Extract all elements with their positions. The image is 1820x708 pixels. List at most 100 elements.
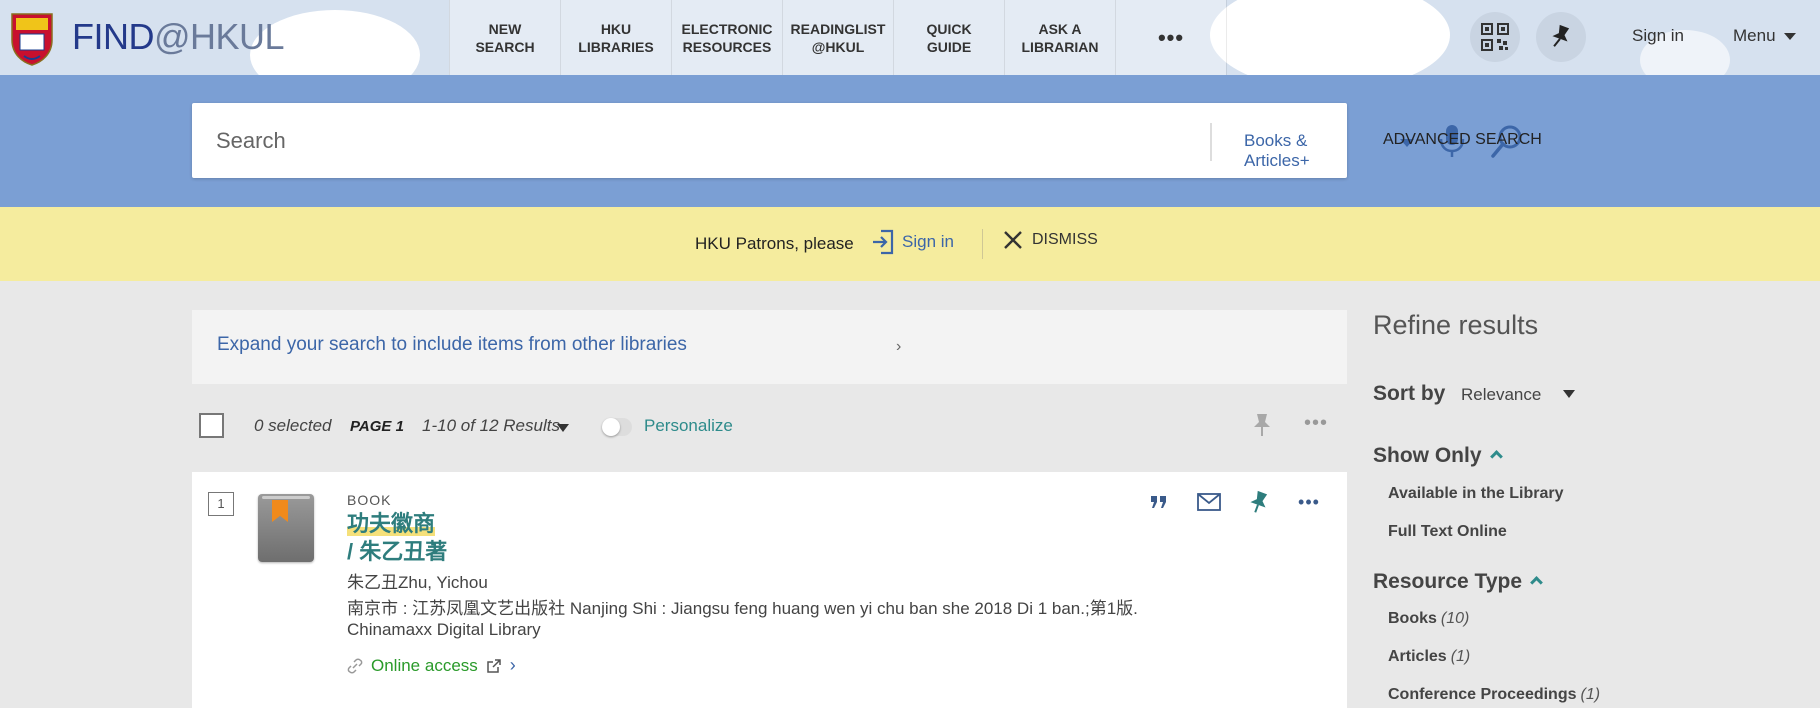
sort-by-label: Sort by bbox=[1373, 382, 1446, 405]
facet-count: (10) bbox=[1440, 610, 1470, 627]
nav-label-line2: LIBRARIES bbox=[578, 38, 654, 55]
scope-divider bbox=[1210, 123, 1212, 161]
nav-label-line1: QUICK bbox=[926, 20, 972, 37]
facet-articles[interactable]: Articles (1) bbox=[1388, 648, 1470, 666]
selected-count: 0 selected bbox=[254, 416, 332, 435]
pin-icon bbox=[1250, 490, 1268, 513]
facet-available-in-library[interactable]: Available in the Library bbox=[1388, 485, 1563, 503]
top-header: FIND@HKUL NEW SEARCH HKU LIBRARIES ELECTRO… bbox=[0, 0, 1820, 75]
dismiss-button[interactable]: DISMISS bbox=[1002, 229, 1098, 251]
results-count-dropdown[interactable]: 1-10 of 12 Results bbox=[422, 416, 560, 436]
citation-button[interactable] bbox=[1147, 490, 1171, 514]
resource-type-facet-header[interactable]: Resource Type bbox=[1373, 570, 1543, 594]
menu-button[interactable]: Menu bbox=[1733, 26, 1796, 46]
result-type: BOOK bbox=[347, 492, 392, 508]
sign-in-notice-bar: HKU Patrons, please Sign in DISMISS bbox=[0, 207, 1820, 281]
caret-down-icon bbox=[1783, 33, 1796, 41]
sort-by-dropdown[interactable]: Relevance bbox=[1461, 385, 1541, 405]
show-only-facet-header[interactable]: Show Only bbox=[1373, 444, 1503, 468]
nav-label-line1: HKU bbox=[600, 20, 632, 37]
result-actions: ••• bbox=[1147, 490, 1321, 514]
facet-label: Conference Proceedings bbox=[1388, 686, 1577, 703]
qr-code-button[interactable] bbox=[1470, 12, 1520, 62]
pinned-items-button[interactable] bbox=[1536, 12, 1586, 62]
notice-sign-in-button[interactable]: Sign in bbox=[872, 229, 954, 255]
external-link-icon bbox=[487, 658, 501, 673]
advanced-search-link[interactable]: ADVANCED SEARCH bbox=[1383, 131, 1542, 149]
email-button[interactable] bbox=[1197, 490, 1221, 514]
chevron-up-icon bbox=[1489, 450, 1503, 463]
nav-label-line2: RESOURCES bbox=[682, 38, 772, 55]
facet-count: (1) bbox=[1450, 648, 1471, 665]
nav-ask-a-librarian[interactable]: ASK A LIBRARIAN bbox=[1004, 0, 1115, 75]
nav-electronic-resources[interactable]: ELECTRONIC RESOURCES bbox=[671, 0, 782, 75]
caret-down-icon[interactable] bbox=[1563, 390, 1575, 398]
online-access-label: Online access bbox=[371, 655, 478, 675]
result-author: 朱乙丑Zhu, Yichou bbox=[347, 573, 488, 592]
sign-in-icon bbox=[873, 229, 894, 255]
quote-icon bbox=[1151, 496, 1166, 508]
pin-result-button[interactable] bbox=[1247, 490, 1271, 514]
facet-full-text-online[interactable]: Full Text Online bbox=[1388, 523, 1507, 541]
nav-label-line1: READINGLIST bbox=[790, 20, 886, 37]
page-indicator: PAGE 1 bbox=[350, 418, 404, 435]
email-icon bbox=[1197, 493, 1221, 511]
chevron-right-icon: › bbox=[509, 655, 516, 675]
result-number-checkbox[interactable]: 1 bbox=[208, 492, 234, 516]
chevron-up-icon bbox=[1530, 576, 1543, 589]
nav-more-button[interactable]: ••• bbox=[1115, 0, 1226, 75]
online-access-link[interactable]: Online access › bbox=[347, 655, 516, 676]
nav-label-line1: NEW bbox=[488, 20, 522, 37]
search-scope-dropdown[interactable]: Books & Articles+ bbox=[1244, 131, 1347, 171]
refine-results-sidebar: Refine results Sort by Relevance Show On… bbox=[1373, 310, 1793, 708]
header-sign-in-link[interactable]: Sign in bbox=[1632, 26, 1684, 46]
chevron-right-icon[interactable]: › bbox=[896, 338, 901, 356]
link-icon bbox=[347, 658, 363, 673]
nav-hku-libraries[interactable]: HKU LIBRARIES bbox=[560, 0, 671, 75]
result-collection: Chinamaxx Digital Library bbox=[347, 620, 541, 639]
nav-label-line1: ASK A bbox=[1038, 20, 1082, 37]
nav-quick-guide[interactable]: QUICK GUIDE bbox=[893, 0, 1004, 75]
result-publication: 南京市 : 江苏凤凰文艺出版社 Nanjing Shi : Jiangsu fe… bbox=[347, 599, 1138, 618]
facet-label: Articles bbox=[1388, 648, 1447, 665]
more-options-icon[interactable]: ••• bbox=[1304, 412, 1328, 435]
facet-conference-proceedings[interactable]: Conference Proceedings (1) bbox=[1388, 686, 1600, 704]
search-input[interactable] bbox=[216, 125, 996, 157]
menu-label: Menu bbox=[1733, 26, 1776, 45]
personalize-toggle[interactable] bbox=[602, 418, 632, 436]
select-all-checkbox[interactable] bbox=[199, 413, 224, 438]
show-only-title: Show Only bbox=[1373, 444, 1482, 467]
result-title-text: 功夫徽商 bbox=[347, 511, 436, 536]
result-title[interactable]: 功夫徽商 bbox=[347, 510, 436, 538]
personalize-label[interactable]: Personalize bbox=[644, 416, 733, 436]
notice-text: HKU Patrons, please bbox=[695, 234, 854, 253]
find-hkul-logo[interactable]: FIND@HKUL bbox=[72, 16, 285, 58]
expand-search-link[interactable]: Expand your search to include items from… bbox=[217, 334, 687, 356]
book-thumbnail[interactable] bbox=[258, 494, 314, 562]
results-toolbar: 0 selected PAGE 1 1-10 of 12 Results Per… bbox=[192, 384, 1347, 472]
refine-results-title: Refine results bbox=[1373, 310, 1539, 340]
result-subtitle[interactable]: / 朱乙丑著 bbox=[347, 538, 447, 566]
facet-label: Books bbox=[1388, 610, 1437, 627]
expand-search-panel: Expand your search to include items from… bbox=[192, 310, 1347, 384]
pin-icon[interactable] bbox=[1252, 412, 1272, 438]
notice-sign-in-label: Sign in bbox=[902, 232, 954, 251]
nav-label-line2: SEARCH bbox=[475, 38, 535, 55]
hku-crest-logo[interactable] bbox=[10, 12, 54, 66]
close-icon bbox=[1004, 231, 1022, 249]
dismiss-label: DISMISS bbox=[1032, 231, 1098, 248]
result-item[interactable]: 1 BOOK 功夫徽商 / 朱乙丑著 朱乙丑Zhu, Yichou 南京市 : … bbox=[192, 472, 1347, 708]
caret-down-icon[interactable] bbox=[557, 424, 569, 432]
logo-suffix-text: @HKUL bbox=[154, 16, 285, 57]
nav-label-line1: ELECTRONIC bbox=[681, 20, 773, 37]
nav-readinglist[interactable]: READINGLIST @HKUL bbox=[782, 0, 893, 75]
nav-divider bbox=[1226, 0, 1227, 75]
facet-count: (1) bbox=[1580, 686, 1601, 703]
thumbnail-page-edge bbox=[262, 496, 310, 499]
resource-type-title: Resource Type bbox=[1373, 570, 1522, 593]
nav-new-search[interactable]: NEW SEARCH bbox=[449, 0, 560, 75]
more-options-icon[interactable]: ••• bbox=[1297, 490, 1321, 514]
pin-icon bbox=[1552, 24, 1570, 47]
main-navigation: NEW SEARCH HKU LIBRARIES ELECTRONIC RESOURC… bbox=[449, 0, 1227, 75]
facet-books[interactable]: Books (10) bbox=[1388, 610, 1469, 628]
